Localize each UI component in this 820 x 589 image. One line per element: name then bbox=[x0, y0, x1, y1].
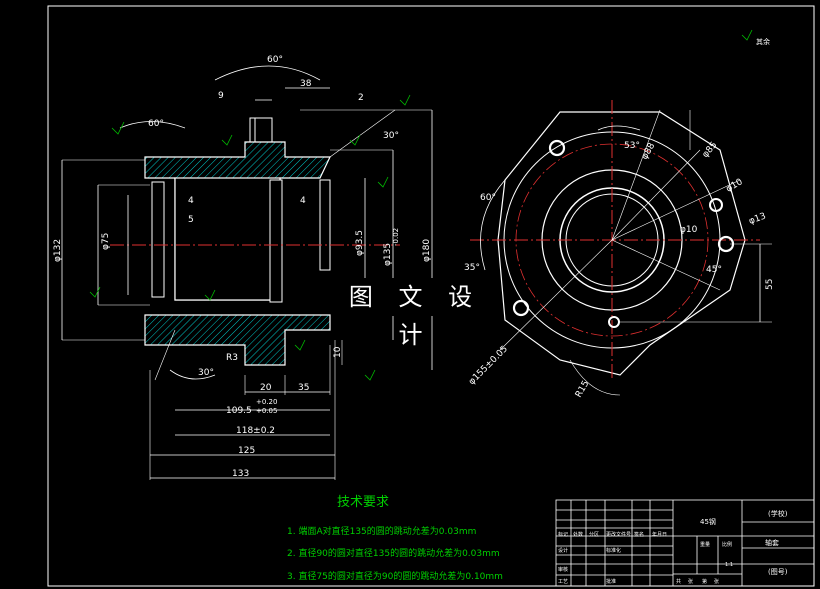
tb-scale: 1:1 bbox=[725, 562, 733, 568]
tb-label-3: 更改文件号 bbox=[606, 531, 631, 538]
dim-4b: 4 bbox=[300, 196, 306, 206]
tb-label-6: 设计 bbox=[558, 547, 568, 554]
watermark-label: 图 文 设 计 bbox=[335, 278, 495, 349]
dim-angle-60-left: 60° bbox=[148, 119, 164, 129]
tb-label-11: 共 bbox=[676, 578, 681, 585]
dim-4a: 4 bbox=[188, 196, 194, 206]
tech-requirement-2: 2. 直径90的圆对直径135的圆的跳动允差为0.03mm bbox=[287, 549, 500, 559]
top-boss bbox=[249, 117, 273, 143]
dim-angle-30-right: 30° bbox=[383, 131, 399, 141]
dim-phi155: φ155±0.05 bbox=[467, 344, 510, 387]
tb-label-13: 第 bbox=[702, 578, 707, 585]
front-view bbox=[470, 29, 772, 396]
dim-2: 2 bbox=[358, 93, 364, 103]
tech-requirement-1: 1. 端面A对直径135的圆的跳动允差为0.03mm bbox=[287, 527, 477, 537]
dim-phi10b: φ10 bbox=[680, 225, 698, 235]
tb-label-7: 标准化 bbox=[606, 547, 621, 554]
tb-label-1: 处数 bbox=[573, 531, 583, 538]
tb-label-2: 分区 bbox=[589, 531, 599, 538]
tb-label-14: 张 bbox=[714, 578, 719, 585]
right-groove bbox=[319, 179, 331, 271]
roughness-corner-label: 其余 bbox=[756, 37, 770, 46]
dim-phi135-tol: -0.02 bbox=[392, 228, 400, 246]
mid-groove bbox=[269, 179, 283, 303]
dim-angle-45: 45° bbox=[706, 265, 722, 275]
tb-label-12: 张 bbox=[688, 578, 693, 585]
dim-phi132: φ132 bbox=[53, 239, 63, 262]
tb-material: 45钢 bbox=[700, 517, 716, 526]
tb-scale-label: 比例 bbox=[722, 541, 732, 548]
dim-phi75: φ75 bbox=[101, 233, 111, 250]
dim-109-tol-up: +0.20 bbox=[256, 398, 277, 406]
dim-angle-53: 53° bbox=[624, 141, 640, 151]
dim-phi180: φ180 bbox=[422, 239, 432, 262]
tb-drawing-no: (图号) bbox=[768, 568, 788, 576]
dim-109-tol-dn: +0.05 bbox=[256, 407, 277, 415]
dim-5: 5 bbox=[188, 215, 194, 225]
dim-125: 125 bbox=[238, 446, 255, 456]
tb-label-9: 工艺 bbox=[558, 579, 568, 585]
tb-label-0: 标记 bbox=[558, 531, 568, 538]
tech-requirements-title: 技术要求 bbox=[337, 495, 390, 510]
tb-label-8: 审核 bbox=[558, 566, 568, 573]
dim-phi10: φ10 bbox=[725, 177, 745, 194]
dim-phi85: φ85 bbox=[701, 140, 720, 160]
bolt-hole-4 bbox=[512, 299, 530, 317]
dim-phi88: φ88 bbox=[640, 141, 657, 161]
dim-109-5: 109.5 bbox=[226, 406, 252, 416]
dim-angle-35: 35° bbox=[464, 263, 480, 273]
tb-weight-label: 重量 bbox=[700, 541, 710, 548]
dim-angle-30-bottom: 30° bbox=[198, 368, 214, 378]
dim-r3: R3 bbox=[226, 353, 238, 363]
dim-10: 10 bbox=[333, 346, 343, 358]
cad-drawing: 60° 38 9 60° 2 30° 4 5 4 φ132 φ75 φ93.5 … bbox=[0, 0, 820, 589]
tb-school: (学校) bbox=[768, 509, 788, 518]
dim-133: 133 bbox=[232, 469, 249, 479]
bolt-hole-5 bbox=[608, 316, 620, 328]
dim-20: 20 bbox=[260, 383, 272, 393]
tb-label-4: 签名 bbox=[634, 531, 644, 538]
tb-part-name: 轴套 bbox=[765, 538, 779, 547]
dim-angle-60-side: 60° bbox=[480, 193, 496, 203]
tb-label-5: 年月日 bbox=[652, 531, 667, 538]
section-view bbox=[61, 65, 433, 480]
dim-9: 9 bbox=[218, 91, 224, 101]
dim-38: 38 bbox=[300, 79, 312, 89]
dim-angle-60-top: 60° bbox=[267, 55, 283, 65]
dim-55: 55 bbox=[765, 279, 775, 290]
dim-r15: R15 bbox=[574, 379, 592, 399]
dim-118: 118±0.2 bbox=[236, 426, 275, 436]
dim-35: 35 bbox=[298, 383, 309, 393]
dim-phi13: φ13 bbox=[748, 211, 768, 226]
dim-phi93-5: φ93.5 bbox=[355, 230, 365, 256]
tech-requirement-3: 3. 直径75的圆对直径为90的圆的跳动允差为0.10mm bbox=[287, 572, 503, 582]
tb-label-10: 批准 bbox=[606, 578, 616, 585]
left-groove bbox=[151, 181, 165, 298]
bolt-hole-1 bbox=[548, 139, 566, 157]
